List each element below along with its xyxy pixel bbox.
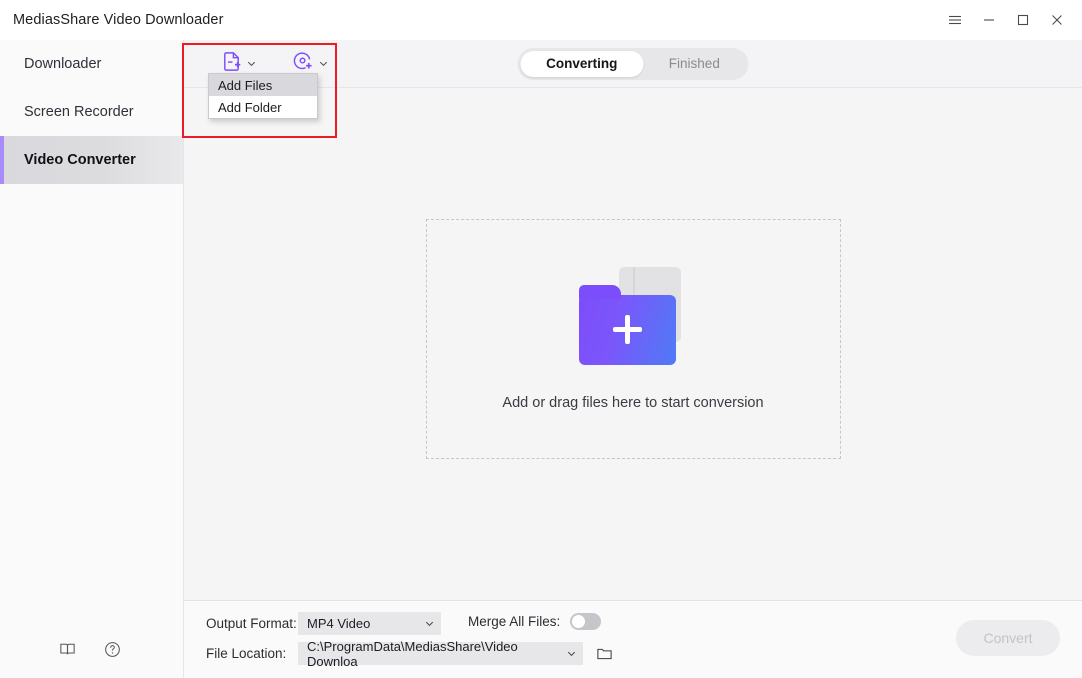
file-location-row: File Location: C:\ProgramData\MediasShar…	[206, 639, 613, 669]
sidebar-item-screen-recorder[interactable]: Screen Recorder	[0, 88, 183, 136]
file-dropzone[interactable]: Add or drag files here to start conversi…	[425, 219, 841, 459]
output-format-select[interactable]: MP4 Video	[298, 612, 441, 635]
chevron-down-icon[interactable]	[246, 58, 257, 69]
minimize-icon[interactable]	[972, 0, 1006, 40]
main-body: Downloader Screen Recorder Video Convert…	[0, 40, 1082, 678]
toggle-knob	[572, 615, 586, 628]
right-pane: Add Files Add Folder Converting Finished	[184, 40, 1082, 678]
folder-shape	[579, 285, 676, 365]
bottom-bar: Output Format: MP4 Video Merge All Files…	[184, 600, 1082, 678]
add-file-dropdown-menu: Add Files Add Folder	[208, 73, 318, 119]
file-location-select[interactable]: C:\ProgramData\MediasShare\Video Downloa	[298, 639, 583, 669]
help-question-icon[interactable]	[103, 640, 122, 659]
manual-book-icon[interactable]	[58, 640, 77, 659]
tab-label: Converting	[546, 56, 618, 71]
close-icon[interactable]	[1040, 0, 1074, 40]
output-format-label: Output Format:	[206, 616, 297, 631]
app-window: MediasShare Video Downloader Downloader …	[0, 0, 1082, 678]
tab-label: Finished	[668, 56, 720, 71]
file-location-label: File Location:	[206, 646, 287, 661]
sidebar-footer	[0, 620, 183, 678]
folder-browse-icon[interactable]	[596, 645, 613, 662]
title-bar: MediasShare Video Downloader	[0, 0, 1082, 40]
sidebar-item-video-converter[interactable]: Video Converter	[0, 136, 183, 184]
merge-all-files-row: Merge All Files:	[468, 613, 602, 630]
app-title: MediasShare Video Downloader	[13, 12, 224, 28]
maximize-icon[interactable]	[1006, 0, 1040, 40]
merge-all-files-toggle[interactable]	[570, 613, 602, 630]
output-format-value: MP4 Video	[307, 616, 371, 631]
sidebar: Downloader Screen Recorder Video Convert…	[0, 40, 184, 678]
chevron-down-icon	[558, 648, 577, 659]
menu-item-label: Add Files	[218, 77, 273, 93]
chevron-down-icon	[416, 618, 435, 629]
add-folder-gradient-icon	[579, 267, 687, 365]
plus-vertical-bar	[625, 315, 630, 344]
sidebar-item-label: Downloader	[24, 56, 102, 72]
window-controls	[938, 0, 1082, 40]
menu-item-add-files[interactable]: Add Files	[209, 74, 317, 96]
output-format-row: Output Format: MP4 Video	[206, 612, 441, 635]
content-area: Add or drag files here to start conversi…	[184, 88, 1082, 600]
chevron-down-icon[interactable]	[318, 58, 329, 69]
merge-all-files-label: Merge All Files:	[468, 614, 561, 629]
convert-button[interactable]: Convert	[956, 620, 1060, 656]
menu-item-label: Add Folder	[218, 99, 282, 115]
tab-finished[interactable]: Finished	[643, 51, 745, 77]
status-tabs: Converting Finished	[517, 47, 749, 80]
file-location-value: C:\ProgramData\MediasShare\Video Downloa	[307, 638, 518, 669]
toolbar: Add Files Add Folder Converting Finished	[184, 40, 1082, 119]
menu-item-add-folder[interactable]: Add Folder	[209, 96, 317, 118]
folder-tab-shape	[579, 285, 621, 299]
sidebar-item-label: Screen Recorder	[24, 104, 134, 120]
convert-button-label: Convert	[983, 630, 1033, 646]
sidebar-item-label: Video Converter	[24, 152, 136, 168]
dropzone-hint-text: Add or drag files here to start conversi…	[502, 395, 764, 411]
tab-converting[interactable]: Converting	[520, 50, 644, 77]
sidebar-item-downloader[interactable]: Downloader	[0, 40, 183, 88]
hamburger-menu-icon[interactable]	[938, 0, 972, 40]
